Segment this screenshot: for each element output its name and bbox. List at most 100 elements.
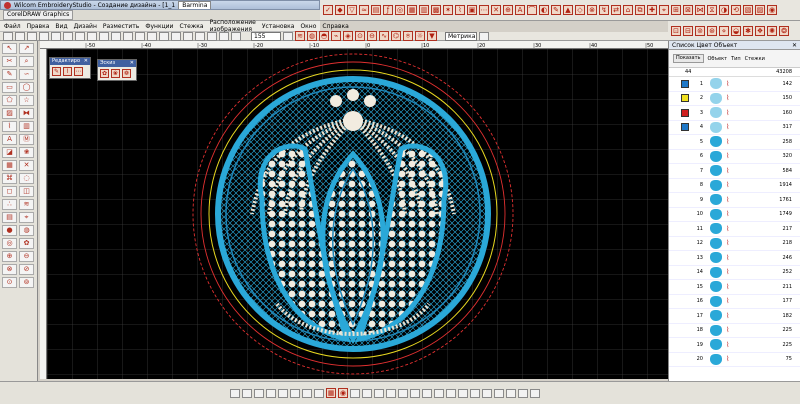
rectangle-tool-icon[interactable]: ▭	[2, 82, 17, 93]
stitch-tool-icon[interactable]: ◆	[335, 5, 345, 15]
stitch-tool-icon[interactable]: ⊟	[683, 25, 693, 36]
color-swatch[interactable]	[681, 355, 689, 363]
units-dropdown-icon[interactable]	[479, 31, 489, 41]
travel-icon[interactable]	[494, 388, 504, 398]
object-row[interactable]: 16 ⌇ 177	[669, 295, 800, 309]
stitch-tool-icon[interactable]: ⊛	[707, 25, 717, 36]
stitch-tool-icon[interactable]: ⊚	[695, 25, 705, 36]
travel-icon[interactable]	[362, 388, 372, 398]
travel-icon[interactable]	[446, 388, 456, 398]
undo-icon[interactable]	[87, 31, 97, 41]
stitch-tool-icon[interactable]: ⍟	[403, 31, 413, 41]
stitch-tool-icon[interactable]: ◈	[343, 31, 353, 41]
motif-tool-icon[interactable]: ❀	[19, 147, 34, 158]
object-row[interactable]: 7 ⌇ 584	[669, 164, 800, 179]
star-tool-icon[interactable]: ☆	[19, 95, 34, 106]
gradient-tool-icon[interactable]: ▤	[2, 212, 17, 223]
object-row[interactable]: 15 ⌇ 211	[669, 280, 800, 295]
object-row[interactable]: 17 ⌇ 182	[669, 309, 800, 324]
color-swatch[interactable]	[681, 297, 689, 305]
document-tab[interactable]: Barmina	[178, 1, 212, 9]
stitch-tool-icon[interactable]: ⊠	[683, 5, 693, 15]
stitch-tool-icon[interactable]: ⊖	[367, 31, 377, 41]
color-swatch[interactable]	[681, 79, 689, 88]
stitch-tool-icon[interactable]: ❖	[755, 25, 765, 36]
object-row[interactable]: 2 ⌇ 150	[669, 92, 800, 106]
reshape-tool-icon[interactable]: ↗	[19, 43, 34, 54]
stitch-tool-icon[interactable]: ⌬	[391, 31, 401, 41]
stitch-tool-icon[interactable]: ⌇	[455, 5, 465, 15]
travel-icon[interactable]	[422, 388, 432, 398]
stitch-edit-icon[interactable]: ⋯	[74, 67, 83, 76]
text-tool-icon[interactable]: A	[2, 134, 17, 145]
object-row[interactable]: 10 ⌇ 1749	[669, 208, 800, 222]
tool-icon[interactable]: ⊘	[19, 264, 34, 275]
travel-icon[interactable]	[518, 388, 528, 398]
trace-tool-icon[interactable]: ⌖	[19, 212, 34, 223]
stitch-view-icon[interactable]	[159, 31, 169, 41]
redo-icon[interactable]	[99, 31, 109, 41]
stitch-tool-icon[interactable]: ▲	[563, 5, 573, 15]
object-row[interactable]: 11 ⌇ 217	[669, 222, 800, 237]
stitch-tool-icon[interactable]: ✚	[647, 5, 657, 15]
color-swatch[interactable]	[681, 152, 689, 160]
offset-tool-icon[interactable]: ◫	[19, 186, 34, 197]
run-tool-icon[interactable]: ⌇	[2, 121, 17, 132]
stitch-tool-icon[interactable]: ✓	[323, 5, 333, 15]
object-row[interactable]: 5 ⌇ 258	[669, 135, 800, 150]
measure-icon[interactable]	[183, 31, 193, 41]
stitch-tool-icon[interactable]: ▼	[427, 31, 437, 41]
stitch-tool-icon[interactable]: ◉	[767, 5, 777, 15]
show-button[interactable]: Показать	[673, 54, 704, 63]
stitch-tool-icon[interactable]: ⇄	[611, 5, 621, 15]
stitch-tool-icon[interactable]: ◒	[731, 25, 741, 36]
object-row[interactable]: 8 ⌇ 1914	[669, 179, 800, 193]
travel-segment-icon[interactable]	[314, 388, 324, 398]
stitch-tool-icon[interactable]: ◎	[395, 5, 405, 15]
stitch-tool-icon[interactable]: ≈	[359, 5, 369, 15]
stitch-tool-icon[interactable]: ✺	[767, 25, 777, 36]
menu-help[interactable]: Справка	[322, 23, 348, 30]
close-icon[interactable]: ✕	[792, 41, 797, 49]
paste-icon[interactable]	[75, 31, 85, 41]
object-row[interactable]: 20 ⌇ 75	[669, 353, 800, 367]
stitch-tool-icon[interactable]: ❂	[779, 25, 789, 36]
travel-color-icon[interactable]	[290, 388, 300, 398]
stitch-tool-icon[interactable]: ◇	[575, 5, 585, 15]
stitch-tool-icon[interactable]: ⊕	[503, 5, 513, 15]
satin-tool-icon[interactable]: ⧓	[19, 108, 34, 119]
outline-view-icon[interactable]	[171, 31, 181, 41]
travel-icon[interactable]	[350, 388, 360, 398]
travel-icon[interactable]	[434, 388, 444, 398]
color-swatch[interactable]	[681, 225, 689, 233]
stitch-tool-icon[interactable]: ◑	[719, 5, 729, 15]
travel-icon[interactable]	[410, 388, 420, 398]
column-object[interactable]: Объект	[708, 56, 728, 62]
next-stitch-icon[interactable]	[266, 388, 276, 398]
zoom-tool-icon[interactable]: ⌕	[19, 56, 34, 67]
close-icon[interactable]: ✕	[130, 60, 134, 67]
select-tool-icon[interactable]: ↖	[2, 43, 17, 54]
stitch-tool-icon[interactable]: ✕	[491, 5, 501, 15]
object-row[interactable]: 12 ⌇ 218	[669, 237, 800, 251]
group-icon[interactable]	[219, 31, 229, 41]
travel-object-icon[interactable]	[302, 388, 312, 398]
sequin-tool-icon[interactable]: ◍	[19, 225, 34, 236]
stitch-tool-icon[interactable]: ⋯	[479, 5, 489, 15]
menu-functions[interactable]: Функции	[145, 23, 173, 30]
stitch-tool-icon[interactable]: ✱	[743, 25, 753, 36]
cut-icon[interactable]	[51, 31, 61, 41]
object-row[interactable]: 6 ⌇ 320	[669, 150, 800, 164]
grid-icon[interactable]	[111, 31, 121, 41]
rotate-icon[interactable]	[195, 31, 205, 41]
applique-tool-icon[interactable]: ◪	[2, 147, 17, 158]
object-row[interactable]: 18 ⌇ 225	[669, 324, 800, 338]
stitch-tool-icon[interactable]: ≋	[295, 31, 305, 41]
mirror-icon[interactable]	[207, 31, 217, 41]
color-swatch[interactable]	[681, 283, 689, 291]
needle-icon[interactable]: ✎	[52, 67, 61, 76]
stitch-tool-icon[interactable]: ✎	[551, 5, 561, 15]
menu-arrange[interactable]: Разместить	[103, 23, 139, 30]
last-stitch-icon[interactable]	[278, 388, 288, 398]
zoom-dropdown-icon[interactable]	[283, 31, 293, 41]
